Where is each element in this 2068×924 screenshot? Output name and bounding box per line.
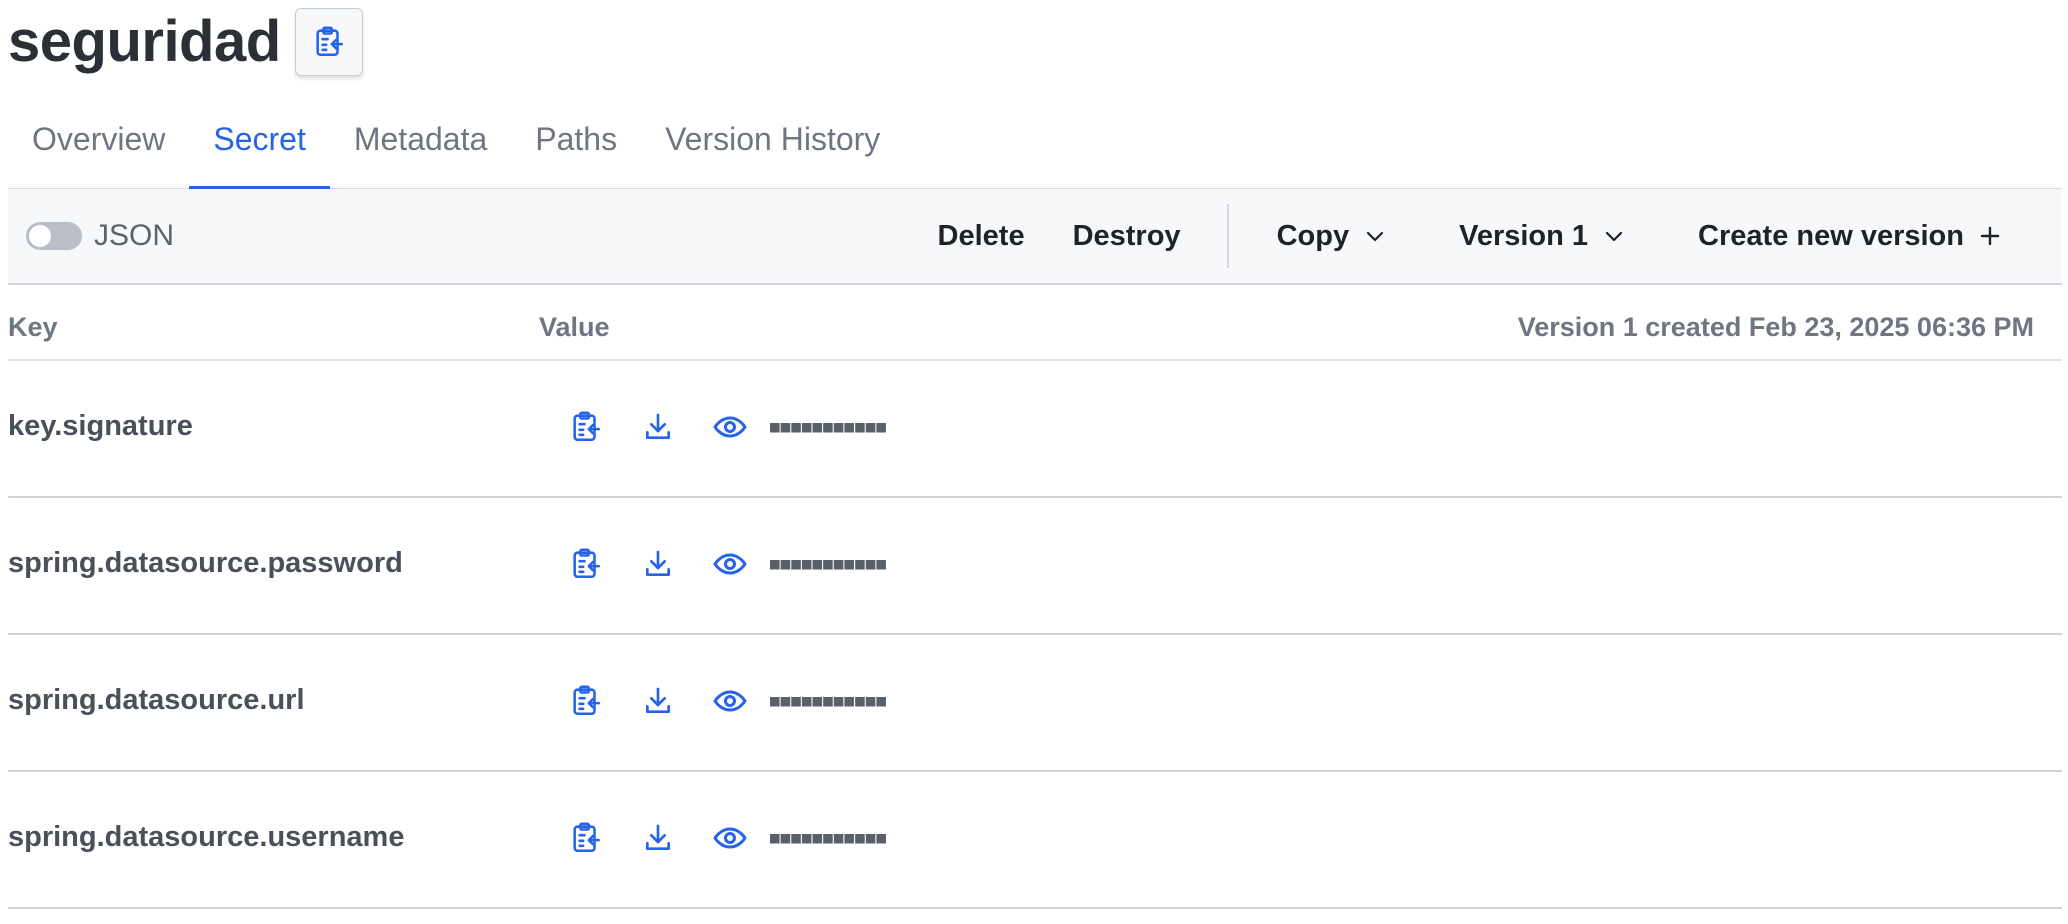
masked-value: ■■■■■■■■■■■ xyxy=(770,828,887,847)
eye-icon xyxy=(713,553,747,574)
tab-overview[interactable]: Overview xyxy=(8,99,189,180)
copy-value-button[interactable] xyxy=(568,409,604,445)
delete-button[interactable]: Delete xyxy=(914,220,1049,253)
download-icon xyxy=(646,824,670,850)
copy-value-button[interactable] xyxy=(568,683,604,719)
eye-icon xyxy=(713,827,747,848)
delete-button-label: Delete xyxy=(937,219,1025,252)
toolbar-divider xyxy=(1226,204,1229,268)
json-toggle[interactable]: JSON xyxy=(26,219,174,253)
tab-metadata[interactable]: Metadata xyxy=(330,99,511,180)
copy-dropdown-label: Copy xyxy=(1276,219,1350,252)
download-icon xyxy=(646,687,670,713)
download-value-button[interactable] xyxy=(640,546,676,582)
secret-page: seguridad Overview Secret Metadata Paths… xyxy=(0,0,2068,924)
tab-bar: Overview Secret Metadata Paths Version H… xyxy=(8,107,2062,190)
create-new-version-label: Create new version xyxy=(1698,219,1964,252)
row-actions xyxy=(568,546,748,582)
secret-toolbar: JSON Delete Destroy Copy Version 1 Creat… xyxy=(8,189,2062,285)
json-toggle-switch[interactable] xyxy=(26,222,82,250)
download-value-button[interactable] xyxy=(640,820,676,856)
masked-value: ■■■■■■■■■■■ xyxy=(770,691,887,710)
version-dropdown-button[interactable]: Version 1 xyxy=(1435,220,1650,253)
plus-icon xyxy=(1980,226,2000,246)
reveal-value-button[interactable] xyxy=(712,820,748,856)
eye-icon xyxy=(713,416,747,437)
download-value-button[interactable] xyxy=(640,683,676,719)
clipboard-arrow-icon xyxy=(573,822,601,852)
eye-icon xyxy=(713,690,747,711)
table-header: Key Value Version 1 created Feb 23, 2025… xyxy=(8,295,2062,361)
toggle-knob xyxy=(29,225,51,247)
table-row: key.signature ■■■■■■■■■■■ xyxy=(8,361,2062,498)
copy-dropdown-button[interactable]: Copy xyxy=(1253,220,1412,253)
table-row: spring.datasource.url ■■■■■■■■■■■ xyxy=(8,635,2062,772)
secret-rows: key.signature ■■■■■■■■■■■ spring.datasou… xyxy=(8,361,2062,909)
secret-key: key.signature xyxy=(8,410,193,442)
chevron-down-icon xyxy=(1366,231,1384,242)
clipboard-arrow-icon xyxy=(316,26,343,57)
secret-key: spring.datasource.url xyxy=(8,684,305,716)
reveal-value-button[interactable] xyxy=(712,546,748,582)
destroy-button-label: Destroy xyxy=(1072,219,1181,252)
create-new-version-button[interactable]: Create new version xyxy=(1674,220,2026,253)
row-actions xyxy=(568,820,748,856)
table-row: spring.datasource.password ■■■■■■■■■■■ xyxy=(8,498,2062,635)
secret-key: spring.datasource.password xyxy=(8,547,403,579)
key-column-header: Key xyxy=(8,311,58,342)
page-title: seguridad xyxy=(8,9,281,74)
tab-paths[interactable]: Paths xyxy=(511,99,641,180)
version-dropdown-label: Version 1 xyxy=(1459,219,1589,252)
version-created-info: Version 1 created Feb 23, 2025 06:36 PM xyxy=(1517,311,2034,342)
download-icon xyxy=(646,550,670,576)
copy-value-button[interactable] xyxy=(568,546,604,582)
chevron-down-icon xyxy=(1605,231,1623,242)
row-actions xyxy=(568,409,748,445)
row-actions xyxy=(568,683,748,719)
masked-value: ■■■■■■■■■■■ xyxy=(770,554,887,573)
tab-version-history[interactable]: Version History xyxy=(641,99,904,180)
copy-path-button[interactable] xyxy=(294,8,363,76)
tab-secret[interactable]: Secret xyxy=(189,99,331,190)
title-row: seguridad xyxy=(8,6,363,78)
clipboard-arrow-icon xyxy=(573,685,601,715)
clipboard-arrow-icon xyxy=(573,548,601,578)
reveal-value-button[interactable] xyxy=(712,683,748,719)
table-row: spring.datasource.username ■■■■■■■■■■■ xyxy=(8,772,2062,909)
download-value-button[interactable] xyxy=(640,409,676,445)
json-toggle-label: JSON xyxy=(94,219,175,252)
destroy-button[interactable]: Destroy xyxy=(1049,220,1205,253)
masked-value: ■■■■■■■■■■■ xyxy=(770,417,887,436)
reveal-value-button[interactable] xyxy=(712,409,748,445)
secret-key: spring.datasource.username xyxy=(8,821,405,853)
toolbar-actions: Delete Destroy Copy Version 1 Create new… xyxy=(914,189,2062,283)
download-icon xyxy=(646,413,670,439)
clipboard-arrow-icon xyxy=(573,411,601,441)
copy-value-button[interactable] xyxy=(568,820,604,856)
value-column-header: Value xyxy=(539,311,610,342)
